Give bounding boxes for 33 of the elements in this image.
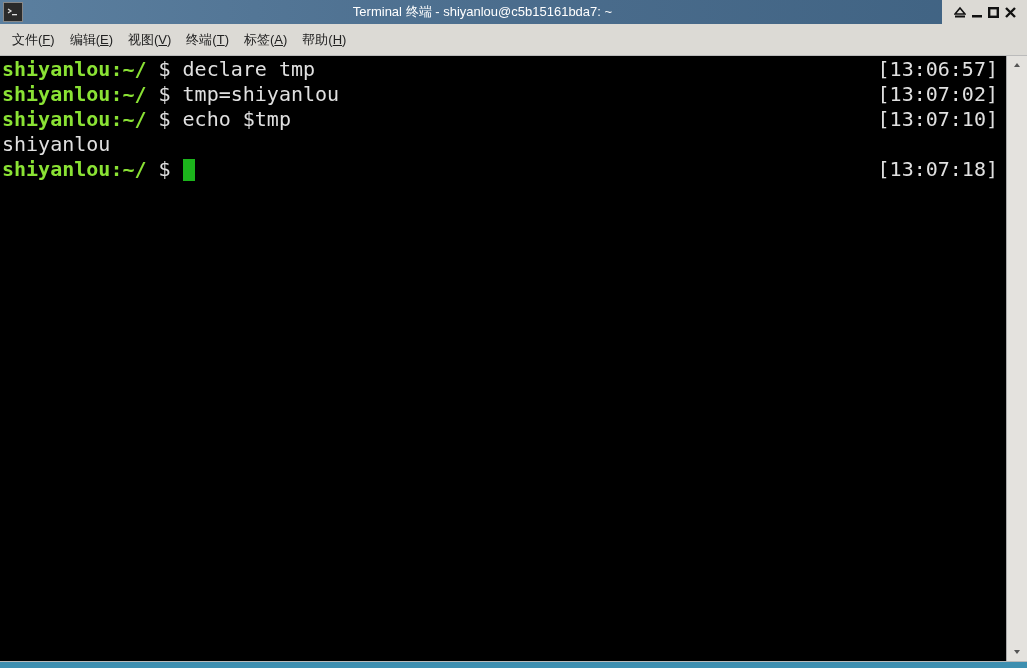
prompt-symbol: $	[158, 57, 171, 82]
prompt-symbol: $	[158, 107, 171, 132]
command-text: declare tmp	[182, 57, 315, 82]
terminal-icon[interactable]	[3, 2, 23, 22]
prompt-path: :~/	[110, 82, 147, 107]
menu-item[interactable]: 文件(F)	[6, 27, 61, 52]
menu-item[interactable]: 帮助(H)	[296, 27, 353, 52]
maximize-icon[interactable]	[987, 6, 999, 18]
prompt-user: shiyanlou	[2, 57, 111, 82]
timestamp: [13:07:18]	[877, 157, 998, 182]
menu-item[interactable]: 编辑(E)	[63, 27, 119, 52]
shade-icon[interactable]	[953, 6, 966, 18]
prompt-symbol: $	[158, 82, 171, 107]
close-icon[interactable]	[1004, 6, 1016, 18]
command-text: echo $tmp	[182, 107, 291, 132]
prompt-symbol: $	[158, 157, 171, 182]
window-title: Terminal 终端 - shiyanlou@c5b15161bda7: ~	[352, 3, 613, 22]
terminal-area[interactable]: shiyanlou:~/ $ declare tmp [13:06:57] shiyanlou:~/ $ tmp=shiyanlou [13:07:02] shiyanlou:~/ $ echo $tmp [13:07:10] shiyanlou shiyanlou:~/ $ [13:07:18]	[0, 56, 1006, 661]
prompt-path: :~/	[110, 57, 147, 82]
command-text: tmp=shiyanlou	[182, 82, 340, 107]
prompt-user: shiyanlou	[2, 157, 111, 182]
menu-item[interactable]: 视图(V)	[122, 27, 178, 52]
timestamp: [13:06:57]	[877, 57, 998, 82]
prompt-path: :~/	[110, 107, 147, 132]
output-text: shiyanlou	[2, 132, 111, 157]
menu-item[interactable]: 终端(T)	[180, 27, 235, 52]
timestamp: [13:07:02]	[877, 82, 998, 107]
scrollbar[interactable]	[1006, 56, 1027, 661]
timestamp: [13:07:10]	[877, 107, 998, 132]
menu-item[interactable]: 标签(A)	[238, 27, 294, 52]
prompt-path: :~/	[110, 157, 147, 182]
prompt-user: shiyanlou	[2, 107, 111, 132]
prompt-user: shiyanlou	[2, 82, 111, 107]
